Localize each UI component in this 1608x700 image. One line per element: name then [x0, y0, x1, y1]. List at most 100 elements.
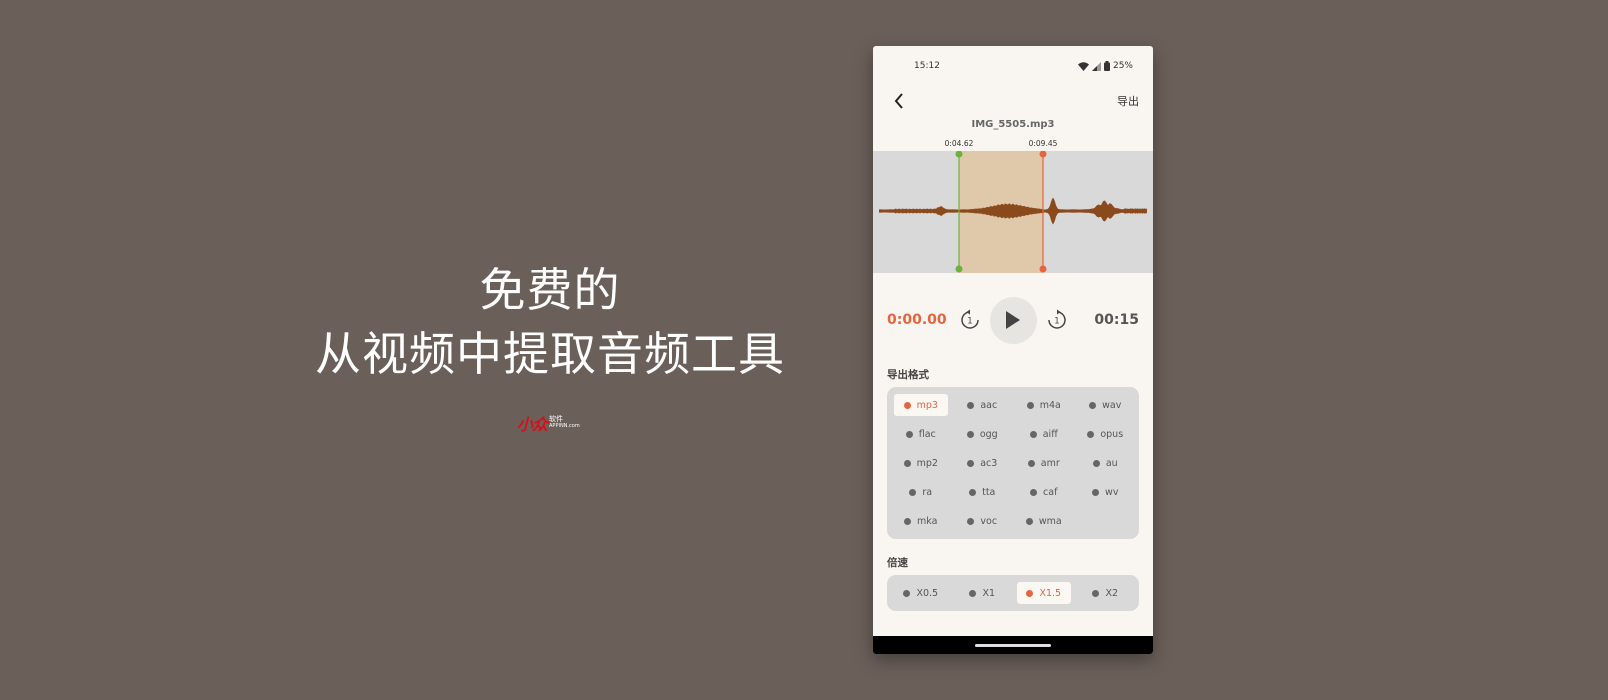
format-option[interactable]: aac: [956, 394, 1010, 416]
format-option[interactable]: wav: [1079, 394, 1133, 416]
format-option[interactable]: flac: [894, 423, 948, 445]
radio-dot-icon: [969, 488, 977, 496]
format-option-label: amr: [1040, 457, 1060, 469]
format-option-label: wav: [1102, 399, 1122, 411]
brand-logo: 小众 软件 APPINN.com: [517, 412, 585, 434]
headline-line-1: 免费的: [479, 263, 621, 317]
format-options: mp3 aac m4a wav flac ogg aiff opus mp2 ac3 amr au ra…: [887, 387, 1139, 539]
skip-forward-label: 1: [1054, 317, 1059, 327]
radio-dot-icon: [1027, 459, 1035, 467]
speed-option-label: X1.5: [1039, 587, 1062, 599]
format-option-label: wma: [1038, 515, 1062, 527]
format-option[interactable]: caf: [1017, 481, 1071, 503]
format-option[interactable]: wv: [1079, 481, 1133, 503]
radio-dot-icon: [903, 589, 911, 597]
radio-dot-icon: [1087, 430, 1095, 438]
headline-line-2: 从视频中提取音频工具: [315, 327, 785, 381]
brand-site: APPINN.com: [549, 423, 580, 429]
format-option[interactable]: aiff: [1017, 423, 1071, 445]
headline: 免费的 从视频中提取音频工具: [290, 262, 810, 382]
speed-option[interactable]: X0.5: [894, 582, 948, 604]
brand-mark: 小众: [517, 415, 548, 434]
app-bar: 导出: [873, 86, 1153, 116]
play-button[interactable]: [989, 296, 1037, 344]
speed-option[interactable]: X1: [956, 582, 1010, 604]
radio-dot-icon: [909, 488, 917, 496]
waveform-editor[interactable]: [873, 151, 1153, 273]
format-option-label: aac: [980, 399, 998, 411]
format-option[interactable]: opus: [1079, 423, 1133, 445]
format-option-label: tta: [982, 486, 996, 498]
speed-option[interactable]: X1.5: [1017, 582, 1071, 604]
speed-option-label: X0.5: [916, 587, 939, 599]
selection-start-label: 0:04.62: [944, 139, 974, 148]
phone-screen: 15:12 25% 导出 IMG_5505.mp3 0:04.62 0:09.4…: [873, 46, 1153, 654]
radio-dot-icon: [969, 589, 977, 597]
speed-option-label: X2: [1105, 587, 1119, 599]
format-option[interactable]: au: [1079, 452, 1133, 474]
format-option-label: flac: [918, 428, 936, 440]
format-option-label: ra: [922, 486, 933, 498]
battery-icon: [1103, 61, 1110, 71]
battery-level: 25%: [1112, 61, 1133, 71]
format-option[interactable]: amr: [1017, 452, 1071, 474]
format-option[interactable]: ra: [894, 481, 948, 503]
format-option-label: ogg: [979, 428, 998, 440]
skip-back-icon[interactable]: 1: [958, 308, 982, 332]
start-handle-bottom[interactable]: [955, 265, 963, 273]
radio-dot-icon: [966, 430, 974, 438]
speed-option-label: X1: [982, 587, 996, 599]
skip-forward-icon[interactable]: 1: [1045, 308, 1069, 332]
format-section-label: 导出格式: [887, 369, 929, 381]
format-option[interactable]: wma: [1017, 510, 1071, 532]
radio-dot-icon: [967, 401, 975, 409]
format-option[interactable]: ac3: [956, 452, 1010, 474]
radio-dot-icon: [1029, 430, 1037, 438]
navigation-bar: [873, 636, 1153, 654]
radio-dot-icon: [1092, 488, 1100, 496]
radio-dot-icon: [1092, 459, 1100, 467]
radio-dot-icon: [904, 517, 912, 525]
end-handle-bottom[interactable]: [1039, 265, 1047, 273]
radio-dot-icon: [903, 401, 911, 409]
player-controls: 0:00.00 1 1 00:15: [873, 273, 1153, 367]
export-button[interactable]: 导出: [1117, 93, 1139, 109]
format-option[interactable]: ogg: [956, 423, 1010, 445]
format-option[interactable]: m4a: [1017, 394, 1071, 416]
chevron-left-icon: [894, 93, 903, 109]
radio-dot-icon: [1092, 589, 1100, 597]
format-option-label: mp2: [916, 457, 938, 469]
radio-dot-icon: [1089, 401, 1097, 409]
format-option[interactable]: mp3: [894, 394, 948, 416]
format-option-label: voc: [980, 515, 998, 527]
brand-cn: 软件: [549, 415, 564, 423]
speed-option[interactable]: X2: [1079, 582, 1133, 604]
current-time: 0:00.00: [887, 312, 947, 328]
signal-icon: [1091, 61, 1101, 71]
format-option-label: caf: [1043, 486, 1058, 498]
format-option-label: mp3: [916, 399, 938, 411]
format-option-label: aiff: [1042, 428, 1058, 440]
selection-end-label: 0:09.45: [1028, 139, 1058, 148]
format-option-label: ac3: [980, 457, 998, 469]
format-option-label: wv: [1105, 486, 1119, 498]
status-time: 15:12: [914, 61, 940, 71]
status-bar: 15:12 25%: [873, 46, 1153, 86]
home-handle[interactable]: [975, 643, 1051, 647]
radio-dot-icon: [1026, 401, 1034, 409]
radio-dot-icon: [1025, 517, 1033, 525]
format-option[interactable]: voc: [956, 510, 1010, 532]
radio-dot-icon: [903, 459, 911, 467]
format-option[interactable]: tta: [956, 481, 1010, 503]
speed-options: X0.5 X1 X1.5 X2: [887, 575, 1139, 611]
radio-dot-icon: [1030, 488, 1038, 496]
format-option-label: opus: [1100, 428, 1124, 440]
total-time: 00:15: [1094, 312, 1139, 328]
format-option-label: au: [1105, 457, 1118, 469]
back-button[interactable]: [889, 91, 909, 111]
speed-section-label: 倍速: [887, 557, 908, 569]
format-option-label: mka: [917, 515, 938, 527]
play-icon: [1006, 311, 1020, 329]
format-option[interactable]: mp2: [894, 452, 948, 474]
format-option[interactable]: mka: [894, 510, 948, 532]
